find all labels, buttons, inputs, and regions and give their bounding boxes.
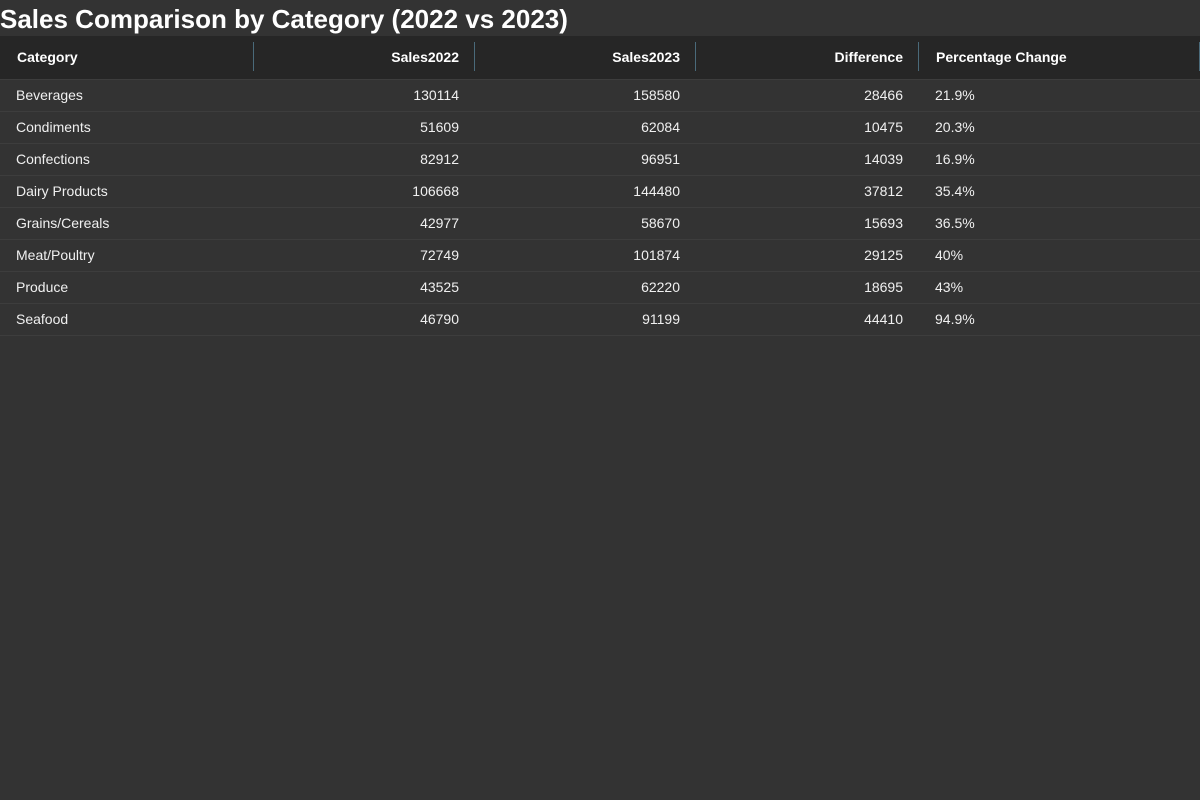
cell-sales2023: 101874 xyxy=(633,247,680,263)
table-row[interactable]: Confections 82912 96951 14039 16.9% xyxy=(0,143,1200,175)
cell-sales2023: 144480 xyxy=(633,183,680,199)
table-row[interactable]: Grains/Cereals 42977 58670 15693 36.5% xyxy=(0,207,1200,239)
cell-percentage-change: 21.9% xyxy=(935,87,975,103)
cell-difference: 10475 xyxy=(864,119,903,135)
cell-category: Dairy Products xyxy=(16,183,108,199)
cell-percentage-change: 16.9% xyxy=(935,151,975,167)
cell-sales2023: 62084 xyxy=(641,119,680,135)
column-header-percentage-change[interactable]: Percentage Change xyxy=(919,36,1200,79)
cell-category: Produce xyxy=(16,279,69,295)
cell-category: Seafood xyxy=(16,311,69,327)
cell-sales2022: 106668 xyxy=(412,183,459,199)
table-row[interactable]: Dairy Products 106668 144480 37812 35.4% xyxy=(0,175,1200,207)
cell-category: Condiments xyxy=(16,119,91,135)
cell-category: Beverages xyxy=(16,87,83,103)
table-header-row: Category Sales2022 Sales2023 Difference … xyxy=(0,36,1200,79)
cell-difference: 18695 xyxy=(864,279,903,295)
cell-percentage-change: 36.5% xyxy=(935,215,975,231)
cell-difference: 28466 xyxy=(864,87,903,103)
cell-percentage-change: 94.9% xyxy=(935,311,975,327)
cell-sales2022: 82912 xyxy=(420,151,459,167)
cell-difference: 15693 xyxy=(864,215,903,231)
cell-sales2022: 130114 xyxy=(413,87,459,103)
table-row[interactable]: Meat/Poultry 72749 101874 29125 40% xyxy=(0,239,1200,271)
cell-sales2022: 72749 xyxy=(420,247,459,263)
column-header-difference[interactable]: Difference xyxy=(696,36,919,79)
cell-sales2023: 62220 xyxy=(641,279,680,295)
sales-comparison-table: Category Sales2022 Sales2023 Difference … xyxy=(0,36,1200,336)
cell-sales2022: 43525 xyxy=(420,279,459,295)
cell-percentage-change: 35.4% xyxy=(935,183,975,199)
table-row[interactable]: Seafood 46790 91199 44410 94.9% xyxy=(0,303,1200,335)
cell-difference: 37812 xyxy=(864,183,903,199)
cell-difference: 44410 xyxy=(864,311,903,327)
page-title: Sales Comparison by Category (2022 vs 20… xyxy=(0,4,568,34)
cell-sales2023: 158580 xyxy=(633,87,680,103)
cell-category: Grains/Cereals xyxy=(16,215,110,231)
cell-percentage-change: 40% xyxy=(935,247,964,263)
cell-difference: 29125 xyxy=(864,247,903,263)
cell-sales2023: 58670 xyxy=(641,215,680,231)
cell-sales2022: 51609 xyxy=(420,119,459,135)
cell-sales2023: 96951 xyxy=(641,151,680,167)
cell-difference: 14039 xyxy=(864,151,903,167)
column-header-category[interactable]: Category xyxy=(0,36,254,79)
table-row[interactable]: Produce 43525 62220 18695 43% xyxy=(0,271,1200,303)
table-row[interactable]: Beverages 130114 158580 28466 21.9% xyxy=(0,79,1200,111)
cell-sales2022: 42977 xyxy=(420,215,459,231)
table-row[interactable]: Condiments 51609 62084 10475 20.3% xyxy=(0,111,1200,143)
cell-sales2023: 91199 xyxy=(642,311,680,327)
cell-category: Meat/Poultry xyxy=(16,247,95,263)
cell-category: Confections xyxy=(16,151,90,167)
column-header-sales2023[interactable]: Sales2023 xyxy=(475,36,696,79)
cell-percentage-change: 20.3% xyxy=(935,119,975,135)
cell-sales2022: 46790 xyxy=(420,311,459,327)
column-header-sales2022[interactable]: Sales2022 xyxy=(254,36,475,79)
cell-percentage-change: 43% xyxy=(935,279,964,295)
